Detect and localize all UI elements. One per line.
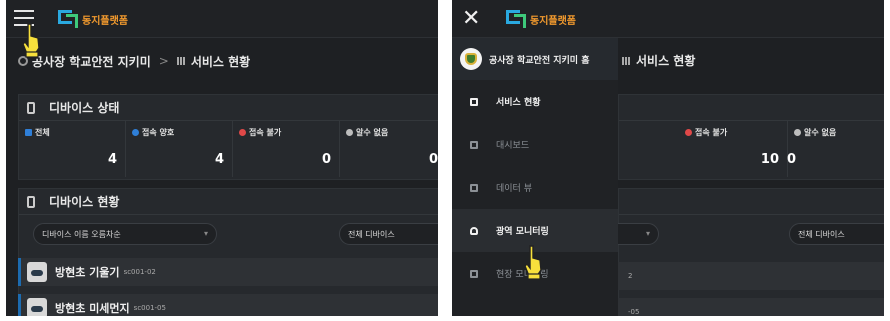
logo-text: 동지플랫폼 (82, 15, 128, 27)
filter-select[interactable]: 전체 디바이스 (789, 223, 884, 245)
stat-disconnected[interactable]: 접속 불가 0 (233, 121, 340, 177)
filter-select[interactable]: 전체 디바이스 (339, 223, 438, 245)
device-list-title: 디바이스 현황 (49, 195, 120, 209)
filter-select-value: 전체 디바이스 (348, 229, 395, 239)
stat-label: 접속 불가 (695, 128, 728, 137)
stat-value: 0 (786, 152, 796, 167)
stat-value: 4 (107, 152, 117, 167)
stat-label: 알수 없음 (356, 128, 389, 137)
top-bar: ✕ 동지플랫폼 (452, 0, 884, 38)
device-status-card: 디바이스 상태 전체 4 접속 양호 4 접속 불가 0 알수 없음 0 (18, 94, 438, 180)
user-icon (470, 226, 478, 235)
stat-value: 4 (214, 152, 224, 167)
stat-value: 0 (428, 152, 438, 167)
device-list-icon (27, 195, 35, 208)
app-logo[interactable]: 동지플랫폼 (58, 8, 128, 30)
device-code: sc001-02 (123, 268, 156, 276)
device-row[interactable]: 방현초 기울기 sc001-02 (18, 258, 438, 286)
breadcrumb-current: 서비스 현황 (636, 54, 696, 68)
menu-home-link[interactable]: 공사장 학교안전 지키미 홈 (452, 38, 618, 80)
chevron-down-icon: ▾ (203, 229, 208, 238)
stat-value: 0 (321, 152, 331, 167)
stat-label: 접속 불가 (249, 128, 282, 137)
menu-item-label: 광역 모니터링 (496, 227, 549, 237)
top-bar: 동지플랫폼 (6, 0, 438, 38)
breadcrumb: 공사장 학교안전 지키미 > 서비스 현황 (6, 46, 438, 76)
monitor-icon (470, 140, 478, 149)
question-circle-icon (794, 129, 801, 136)
menu-item-label: 서비스 현황 (496, 98, 541, 108)
stat-value: 10 (760, 152, 779, 167)
menu-item-data-view[interactable]: 데이터 뷰 (452, 166, 618, 209)
sort-select-value: 디바이스 이름 오름차순 (42, 229, 121, 239)
device-status-header (619, 95, 884, 121)
device-list-card: ▾ 전체 디바이스 (599, 188, 884, 316)
menu-item-label: 대시보드 (496, 141, 530, 151)
device-status-header: 디바이스 상태 (19, 95, 438, 121)
device-row[interactable]: 방현초 미세먼지 sc001-05 (18, 294, 438, 316)
menu-item-service-status[interactable]: 서비스 현황 (452, 80, 618, 123)
card-icon (470, 97, 478, 106)
chevron-right-icon: > (158, 54, 169, 68)
device-list-header (619, 189, 884, 215)
breadcrumb: 서비스 현황 (622, 52, 695, 69)
device-code: sc001-05 (133, 304, 166, 312)
device-list-header: 디바이스 현황 (19, 189, 438, 215)
close-icon[interactable]: ✕ (462, 6, 480, 32)
logo-mark-icon (506, 8, 528, 30)
tree-icon (25, 129, 32, 136)
question-circle-icon (346, 129, 353, 136)
grid-icon (622, 56, 631, 65)
stat-label: 알수 없음 (804, 128, 837, 137)
filter-select-value: 전체 디바이스 (798, 229, 845, 239)
menu-home-label: 공사장 학교안전 지키미 홈 (489, 55, 590, 66)
stat-total[interactable]: 전체 4 (19, 121, 126, 177)
stat-unknown[interactable]: 알수 없음 0 (786, 121, 884, 177)
right-screen: ✕ 동지플랫폼 서비스 현황 접속 불가 10 알수 없음 0 ▾ 전체 디바이… (452, 0, 884, 316)
menu-item-label: 데이터 뷰 (496, 184, 532, 194)
left-screen: 동지플랫폼 공사장 학교안전 지키미 > 서비스 현황 디바이스 상태 전체 4… (6, 0, 438, 316)
device-status-card: 접속 불가 10 알수 없음 0 (618, 94, 884, 180)
pointer-hand-icon (20, 22, 42, 58)
chevron-down-icon: ▾ (645, 229, 650, 238)
stat-unknown[interactable]: 알수 없음 0 (340, 121, 438, 177)
pointer-hand-icon (522, 244, 544, 280)
stat-label: 전체 (35, 128, 50, 137)
minus-circle-icon (685, 129, 692, 136)
device-code: 2 (628, 272, 633, 280)
device-row[interactable]: 2 (618, 262, 884, 290)
device-thumbnail (27, 262, 47, 282)
breadcrumb-current: 서비스 현황 (190, 54, 251, 69)
device-code: -05 (628, 308, 640, 316)
logo-text: 동지플랫폼 (530, 15, 576, 27)
logo-mark-icon (58, 8, 80, 30)
status-stats: 전체 4 접속 양호 4 접속 불가 0 알수 없음 0 (19, 121, 438, 177)
device-name: 방현초 기울기 (55, 266, 120, 279)
app-logo[interactable]: 동지플랫폼 (506, 8, 576, 30)
shield-icon (460, 48, 482, 70)
stat-disconnected[interactable]: 접속 불가 10 (679, 121, 788, 177)
grid-icon (176, 57, 186, 65)
minus-circle-icon (239, 129, 246, 136)
breadcrumb-root[interactable]: 공사장 학교안전 지키미 (32, 53, 151, 70)
sort-select[interactable]: 디바이스 이름 오름차순 ▾ (33, 223, 217, 245)
check-circle-icon (132, 129, 139, 136)
home-icon (470, 269, 478, 278)
stat-connected[interactable]: 접속 양호 4 (126, 121, 233, 177)
device-name: 방현초 미세먼지 (55, 302, 130, 315)
device-thumbnail (27, 298, 47, 316)
device-row[interactable]: -05 (618, 298, 884, 316)
status-stats: 접속 불가 10 알수 없음 0 (619, 121, 884, 177)
device-icon (27, 101, 35, 114)
database-icon (470, 183, 478, 192)
stat-label: 접속 양호 (142, 128, 175, 137)
device-status-title: 디바이스 상태 (49, 101, 120, 115)
menu-item-dashboard[interactable]: 대시보드 (452, 123, 618, 166)
